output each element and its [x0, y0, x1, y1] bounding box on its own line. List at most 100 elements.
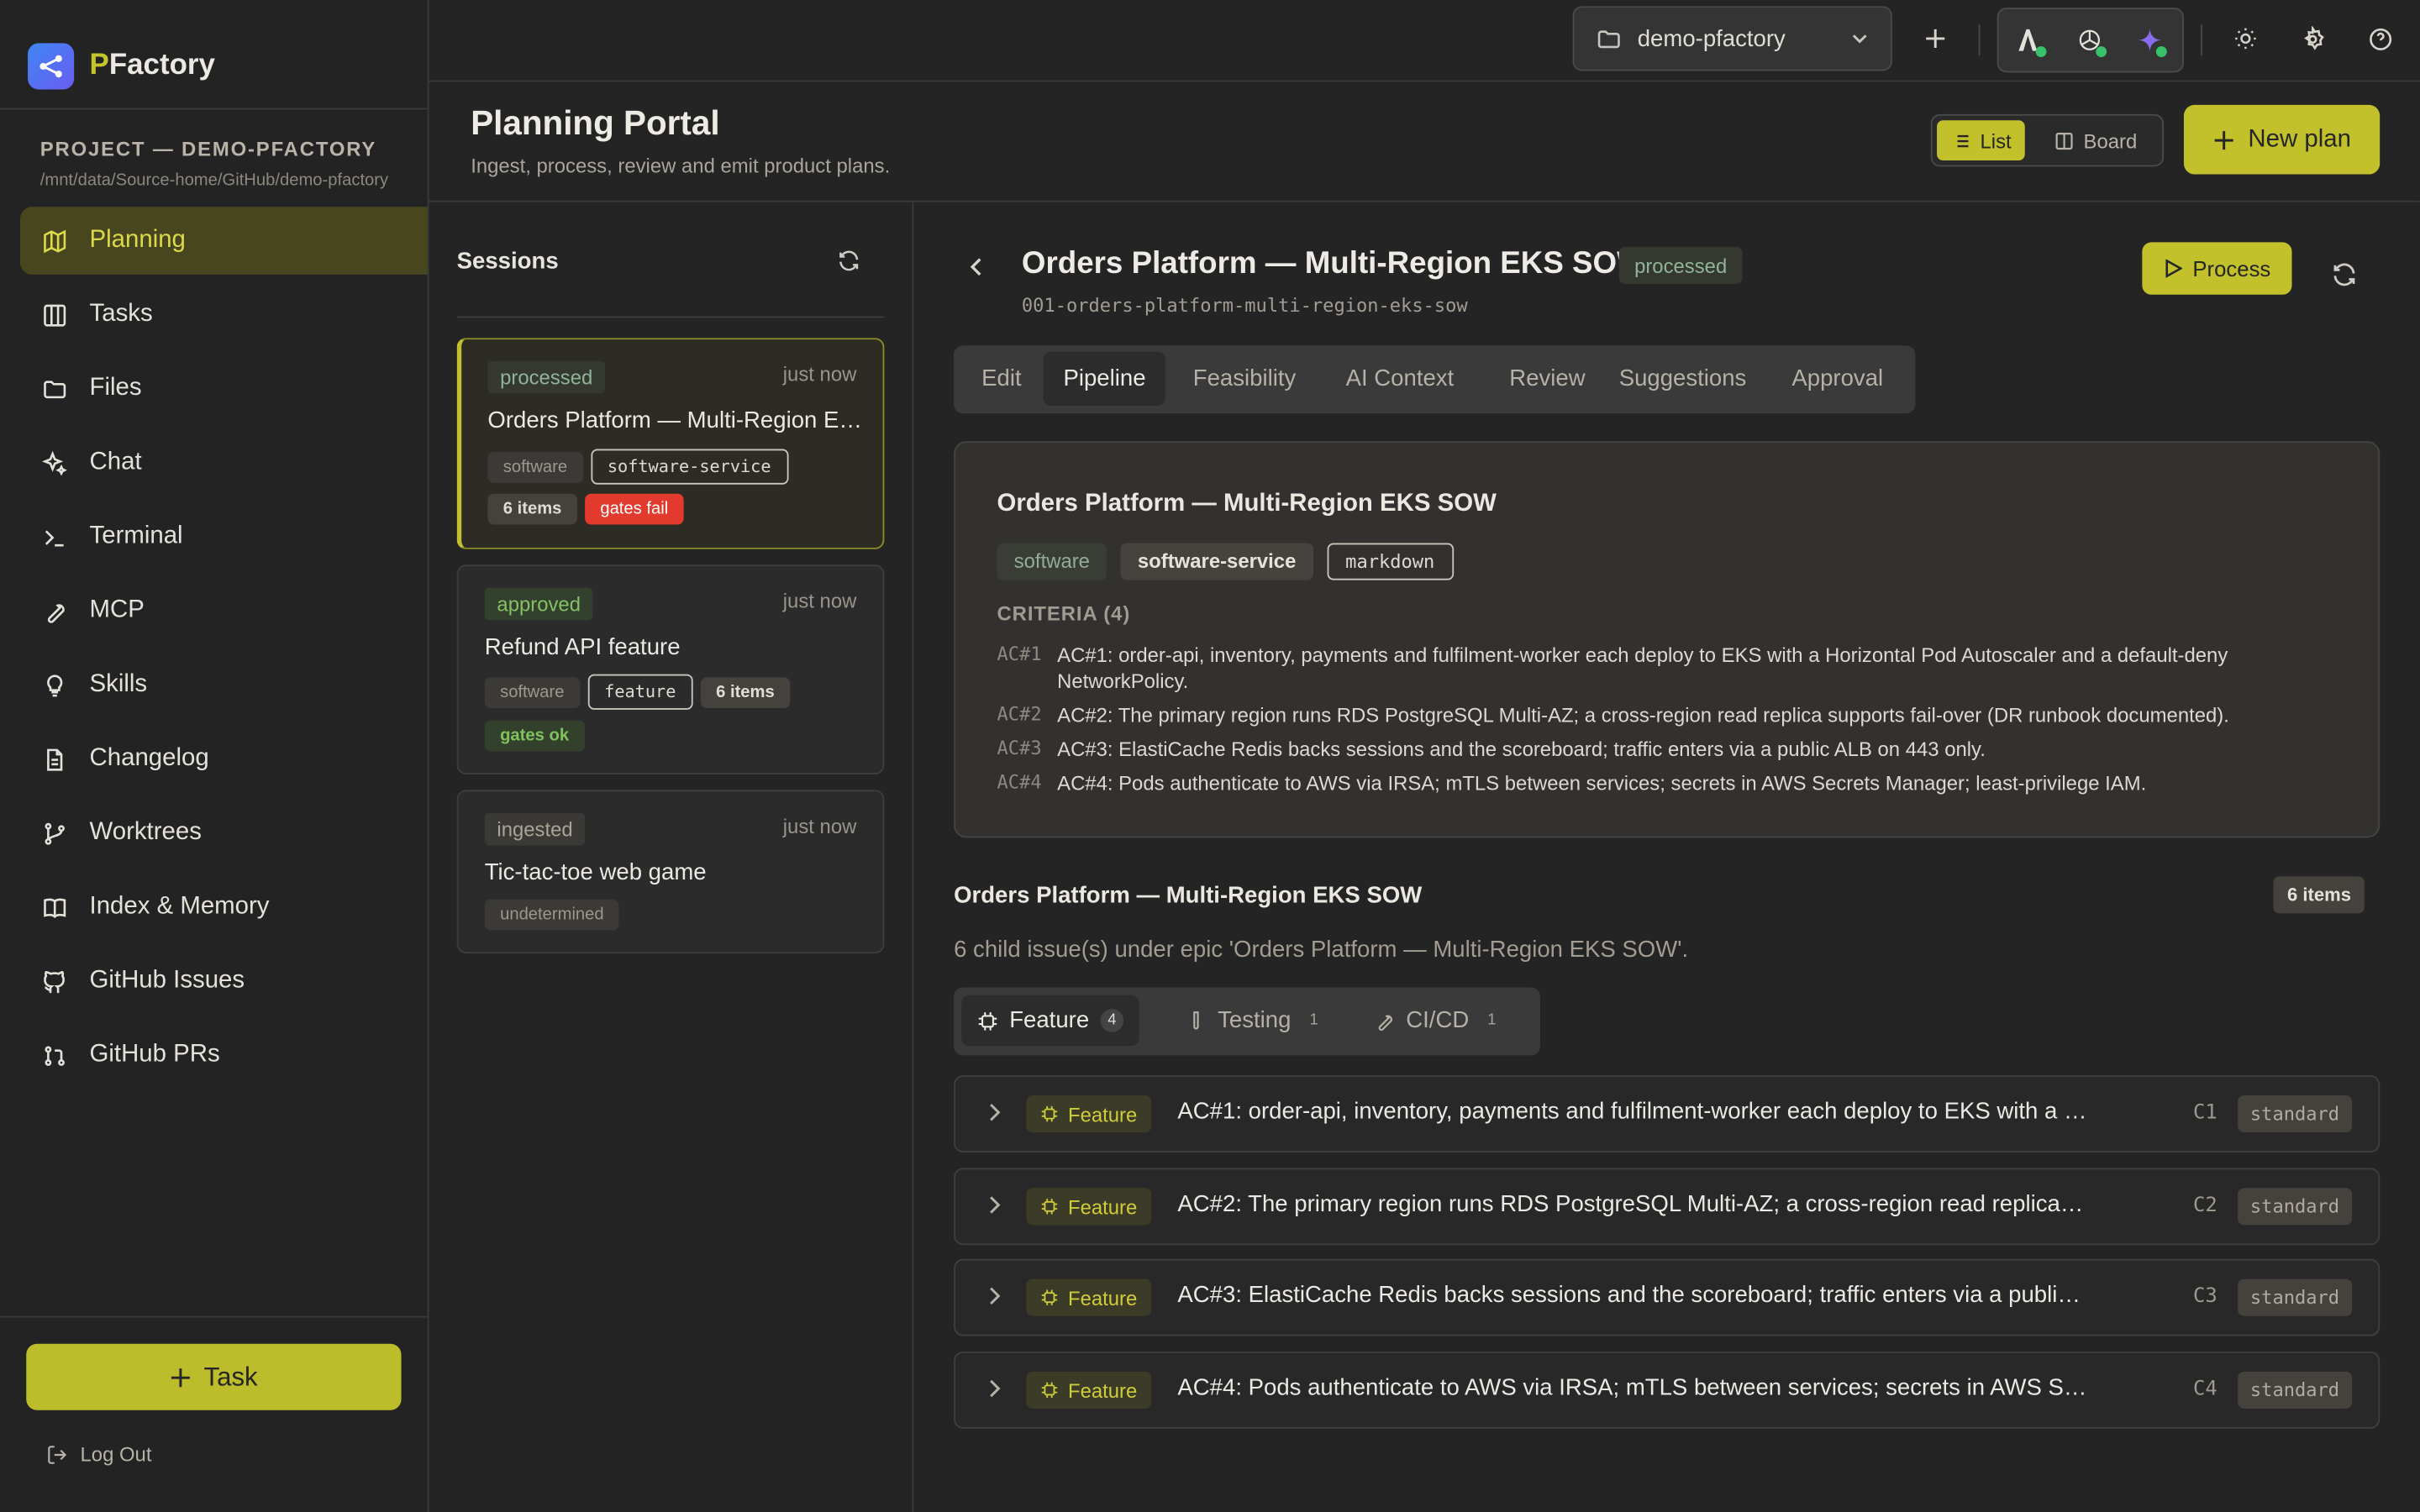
sidebar-item-changelog[interactable]: Changelog	[20, 725, 428, 793]
new-task-button[interactable]: Task	[26, 1343, 402, 1410]
chevron-right-icon[interactable]	[986, 1194, 1005, 1216]
sidebar-item-mcp[interactable]: MCP	[20, 577, 428, 645]
project-select-value: demo-pfactory	[1637, 25, 1786, 52]
sidebar: PFactory PROJECT — DEMO-PFACTORY /mnt/da…	[0, 0, 429, 1512]
sparkles-icon	[40, 449, 68, 476]
sessions-refresh-button[interactable]	[836, 249, 860, 273]
sidebar-item-label: Skills	[89, 670, 148, 698]
chip-icon	[1041, 1199, 1058, 1215]
session-title: Refund API feature	[484, 633, 681, 661]
issue-type-label: Feature	[1067, 1194, 1138, 1219]
summary-title: Orders Platform — Multi-Region EKS SOW	[997, 491, 1497, 517]
tab-pipeline[interactable]: Pipeline	[1043, 351, 1166, 407]
criteria-id: AC#2	[997, 703, 1042, 726]
new-plan-button[interactable]: New plan	[2183, 104, 2381, 175]
tab-feasibility[interactable]: Feasibility	[1173, 352, 1316, 406]
criteria-id: AC#1	[997, 643, 1042, 665]
sidebar-item-skills[interactable]: Skills	[20, 651, 428, 719]
criteria-item: AC#3 AC#3: ElastiCache Redis backs sessio…	[997, 736, 2325, 762]
issue-code: C1	[2192, 1101, 2217, 1125]
tag: software	[487, 452, 583, 483]
list-view-button[interactable]: List	[1937, 120, 2026, 161]
issue-type-badge: Feature	[1026, 1371, 1151, 1409]
sidebar-item-label: Files	[89, 375, 142, 402]
tab-testing[interactable]: Testing 1	[1170, 995, 1341, 1047]
theme-toggle-button[interactable]	[2228, 22, 2262, 55]
brand-name: PFactory	[89, 49, 215, 82]
session-tags: 6 items gates fail	[487, 493, 691, 525]
board-view-button[interactable]: Board	[2040, 120, 2151, 160]
sidebar-item-index-memory[interactable]: Index & Memory	[20, 874, 428, 942]
session-card[interactable]: ingested just now Tic-tac-toe web game u…	[456, 790, 885, 954]
status-badge: processed	[487, 360, 605, 394]
plan-slug: 001-orders-platform-multi-region-eks-sow	[1021, 294, 1468, 317]
plan-refresh-button[interactable]	[2330, 260, 2358, 288]
terminal-icon	[40, 523, 68, 551]
issue-title: AC#4: Pods authenticate to AWS via IRSA;…	[1177, 1374, 2089, 1401]
sidebar-item-terminal[interactable]: Terminal	[20, 503, 428, 571]
sidebar-nav: Planning Tasks Files Chat Terminal MCP S…	[19, 207, 428, 1095]
status-dot	[2035, 46, 2047, 57]
epic-title: Orders Platform — Multi-Region EKS SOW	[954, 882, 1423, 909]
epic-description: 6 child issue(s) under epic 'Orders Plat…	[954, 936, 1689, 963]
process-button[interactable]: Process	[2142, 242, 2292, 295]
issue-code: C2	[2192, 1194, 2217, 1218]
refresh-icon	[836, 249, 860, 273]
sidebar-item-worktrees[interactable]: Worktrees	[20, 799, 428, 867]
sidebar-item-chat[interactable]: Chat	[20, 429, 428, 497]
sidebar-item-github-prs[interactable]: GitHub PRs	[20, 1021, 428, 1089]
tag: software	[484, 677, 580, 709]
issue-size-badge: standard	[2238, 1095, 2352, 1133]
chevron-right-icon[interactable]	[986, 1101, 1005, 1123]
tab-edit[interactable]: Edit	[961, 352, 1041, 406]
back-button[interactable]	[963, 253, 991, 281]
session-time: just now	[782, 362, 857, 386]
session-tags: software software-service	[487, 449, 796, 485]
chevron-right-icon[interactable]	[986, 1285, 1005, 1307]
tab-label: Feature	[1009, 1007, 1090, 1034]
tab-review[interactable]: Review	[1489, 352, 1605, 406]
issue-row[interactable]: Feature AC#4: Pods authenticate to AWS v…	[954, 1351, 2381, 1429]
tab-approval[interactable]: Approval	[1772, 352, 1903, 406]
divider	[1978, 24, 1981, 56]
openai-agent-button[interactable]	[2073, 24, 2107, 57]
settings-button[interactable]	[2295, 22, 2328, 55]
issue-type-badge: Feature	[1026, 1278, 1151, 1316]
brand[interactable]: PFactory	[28, 43, 215, 90]
add-project-button[interactable]	[1918, 22, 1952, 55]
help-button[interactable]	[2363, 22, 2396, 55]
chevron-left-icon	[963, 253, 991, 281]
chevron-right-icon[interactable]	[986, 1378, 1005, 1399]
anthropic-agent-button[interactable]	[2012, 24, 2047, 57]
tab-feature[interactable]: Feature 4	[961, 995, 1139, 1047]
logout-button[interactable]: Log Out	[46, 1442, 151, 1466]
chip-icon	[1041, 1105, 1058, 1122]
sidebar-item-tasks[interactable]: Tasks	[20, 281, 428, 349]
issue-row[interactable]: Feature AC#1: order-api, inventory, paym…	[954, 1075, 2381, 1153]
criteria-item: AC#1 AC#1: order-api, inventory, payments…	[997, 642, 2325, 694]
sun-icon	[2233, 26, 2258, 50]
session-tags: undetermined	[484, 899, 627, 931]
brand-logo-icon	[28, 43, 75, 90]
issue-row[interactable]: Feature AC#2: The primary region runs RD…	[954, 1168, 2381, 1246]
sidebar-item-planning[interactable]: Planning	[19, 207, 428, 275]
issue-size-badge: standard	[2238, 1188, 2352, 1226]
session-time: just now	[782, 814, 857, 838]
issue-row[interactable]: Feature AC#3: ElastiCache Redis backs se…	[954, 1258, 2381, 1336]
session-card[interactable]: approved just now Refund API feature sof…	[456, 564, 885, 775]
tab-cicd[interactable]: CI/CD 1	[1358, 995, 1519, 1047]
tab-ai-context[interactable]: AI Context	[1326, 352, 1474, 406]
gear-icon	[2299, 25, 2325, 51]
session-card[interactable]: processed just now Orders Platform — Mul…	[456, 338, 885, 549]
tab-suggestions[interactable]: Suggestions	[1599, 352, 1766, 406]
document-icon	[40, 745, 68, 773]
sidebar-item-github-issues[interactable]: GitHub Issues	[20, 948, 428, 1016]
columns-icon	[40, 301, 68, 328]
gemini-agent-button[interactable]	[2133, 24, 2167, 57]
issue-title: AC#1: order-api, inventory, payments and…	[1177, 1098, 2088, 1125]
sidebar-item-files[interactable]: Files	[20, 354, 428, 423]
tag: markdown	[1327, 543, 1454, 580]
project-select[interactable]: demo-pfactory	[1572, 6, 1892, 71]
session-title: Tic-tac-toe web game	[484, 859, 707, 886]
topbar: demo-pfactory	[429, 0, 2420, 82]
